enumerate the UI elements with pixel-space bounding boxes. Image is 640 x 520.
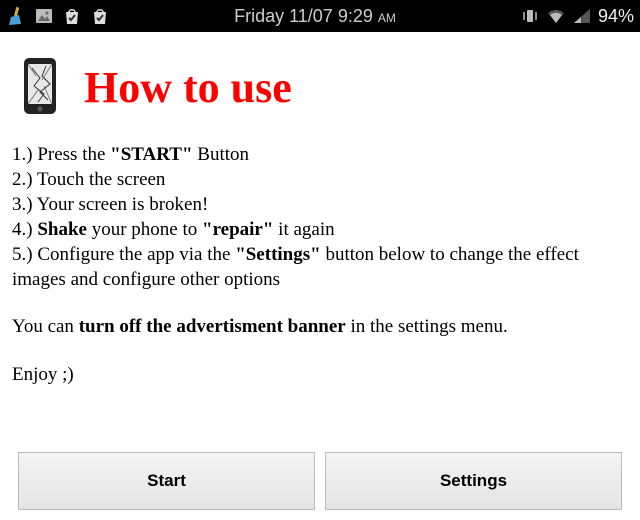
ad-note: You can turn off the advertisment banner…: [12, 314, 628, 339]
cracked-phone-icon: [20, 56, 64, 118]
status-ampm: AM: [378, 11, 396, 25]
status-clock: Friday 11/07 9:29 AM: [110, 6, 520, 27]
cleaner-icon: [6, 6, 26, 26]
gallery-icon: [34, 6, 54, 26]
settings-button[interactable]: Settings: [325, 452, 622, 510]
page-title: How to use: [84, 62, 292, 113]
shopping-bag-check-icon: [62, 6, 82, 26]
status-datetime: Friday 11/07 9:29: [234, 6, 373, 26]
instruction-4: 4.) Shake your phone to "repair" it agai…: [12, 217, 628, 242]
status-left: [6, 6, 110, 26]
bottom-button-bar: Start Settings: [18, 452, 622, 510]
vibrate-icon: [520, 6, 540, 26]
instruction-1: 1.) Press the "START" Button: [12, 142, 628, 167]
instruction-3: 3.) Your screen is broken!: [12, 192, 628, 217]
shopping-bag-check-icon-2: [90, 6, 110, 26]
enjoy-text: Enjoy ;): [12, 362, 628, 387]
instruction-2: 2.) Touch the screen: [12, 167, 628, 192]
start-button[interactable]: Start: [18, 452, 315, 510]
instruction-5: 5.) Configure the app via the "Settings"…: [12, 242, 628, 292]
status-bar: Friday 11/07 9:29 AM 94%: [0, 0, 640, 32]
battery-text: 94%: [598, 6, 634, 27]
main-content: How to use 1.) Press the "START" Button …: [0, 32, 640, 399]
title-row: How to use: [12, 56, 628, 118]
status-right: 94%: [520, 6, 634, 27]
signal-icon: [572, 6, 592, 26]
wifi-icon: [546, 6, 566, 26]
instructions-block: 1.) Press the "START" Button 2.) Touch t…: [12, 142, 628, 387]
